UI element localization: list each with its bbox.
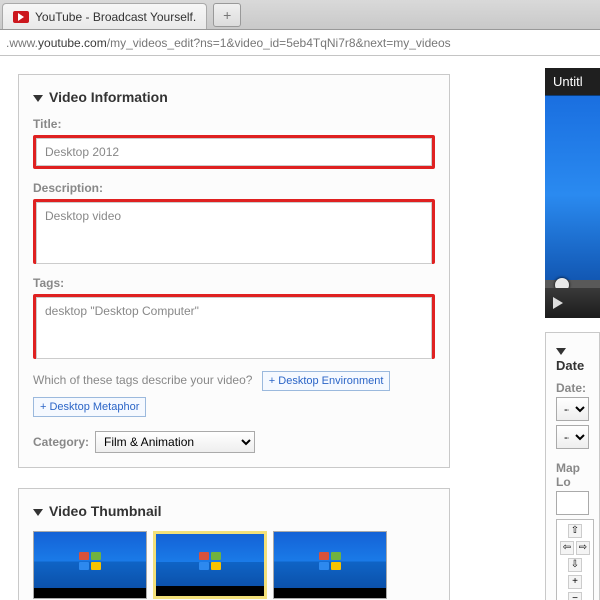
date-section-header[interactable]: Date [556,343,589,373]
description-label: Description: [33,181,435,195]
chevron-down-icon [556,348,566,355]
title-input[interactable] [36,138,432,166]
section-title-text: Date [556,358,584,373]
windows-logo-icon [199,552,221,570]
windows-logo-icon [319,552,341,570]
url-bar[interactable]: .www. youtube.com /my_videos_edit?ns=1&v… [0,30,600,56]
map-pan-right[interactable]: ⇨ [576,541,590,555]
map-location-input[interactable] [556,491,589,515]
thumbnail-option-2[interactable] [153,531,267,599]
url-prefix: .www. [6,36,38,50]
category-label: Category: [33,435,89,449]
description-textarea[interactable]: Desktop video [36,202,432,264]
video-preview[interactable]: Untitl [545,68,600,318]
date-select-2[interactable]: --- [556,425,589,449]
video-information-panel: Video Information Title: Description: De… [18,74,450,468]
map-zoom-in[interactable]: + [568,575,582,589]
tags-label: Tags: [33,276,435,290]
url-path: /my_videos_edit?ns=1&video_id=5eb4TqNi7r… [107,36,451,50]
video-scrubber[interactable] [545,280,600,288]
tag-suggestion-desktop-metaphor[interactable]: + Desktop Metaphor [33,397,146,417]
section-title-text: Video Information [49,89,168,105]
video-thumbnail-header[interactable]: Video Thumbnail [33,503,435,519]
thumbnail-option-3[interactable] [273,531,387,599]
map-location-label: Map Lo [556,461,589,489]
tag-question-text: Which of these tags describe your video? [33,373,252,387]
category-select[interactable]: Film & Animation [95,431,255,453]
browser-tab-bar: YouTube - Broadcast Yourself. + [0,0,600,30]
tab-title: YouTube - Broadcast Yourself. [35,10,196,24]
video-preview-title: Untitl [545,68,600,95]
url-host: youtube.com [38,36,107,50]
map-pan-controls: ⇧ ⇦⇨ ⇩ + − [556,519,594,600]
plus-icon: + [223,7,231,23]
map-zoom-out[interactable]: − [568,592,582,600]
map-pan-down[interactable]: ⇩ [568,558,582,572]
video-information-header[interactable]: Video Information [33,89,435,105]
thumbnail-option-1[interactable] [33,531,147,599]
section-title-text: Video Thumbnail [49,503,162,519]
tag-suggestion-desktop-environment[interactable]: + Desktop Environment [262,371,391,391]
date-select-1[interactable]: --- [556,397,589,421]
date-and-map-panel: Date Date: --- --- Map Lo ⇧ ⇦⇨ ⇩ + − [545,332,600,600]
chevron-down-icon [33,509,43,516]
tag-suggestions: Which of these tags describe your video?… [33,371,435,423]
play-icon[interactable] [553,297,563,309]
title-label: Title: [33,117,435,131]
browser-tab[interactable]: YouTube - Broadcast Yourself. [2,3,207,29]
map-pan-left[interactable]: ⇦ [560,541,574,555]
windows-logo-icon [79,552,101,570]
video-controls [545,288,600,318]
chevron-down-icon [33,95,43,102]
date-label: Date: [556,381,589,395]
new-tab-button[interactable]: + [213,3,241,27]
tags-textarea[interactable]: desktop "Desktop Computer" [36,297,432,359]
map-pan-up[interactable]: ⇧ [568,524,582,538]
video-thumbnail-panel: Video Thumbnail [18,488,450,600]
youtube-icon [13,11,29,23]
